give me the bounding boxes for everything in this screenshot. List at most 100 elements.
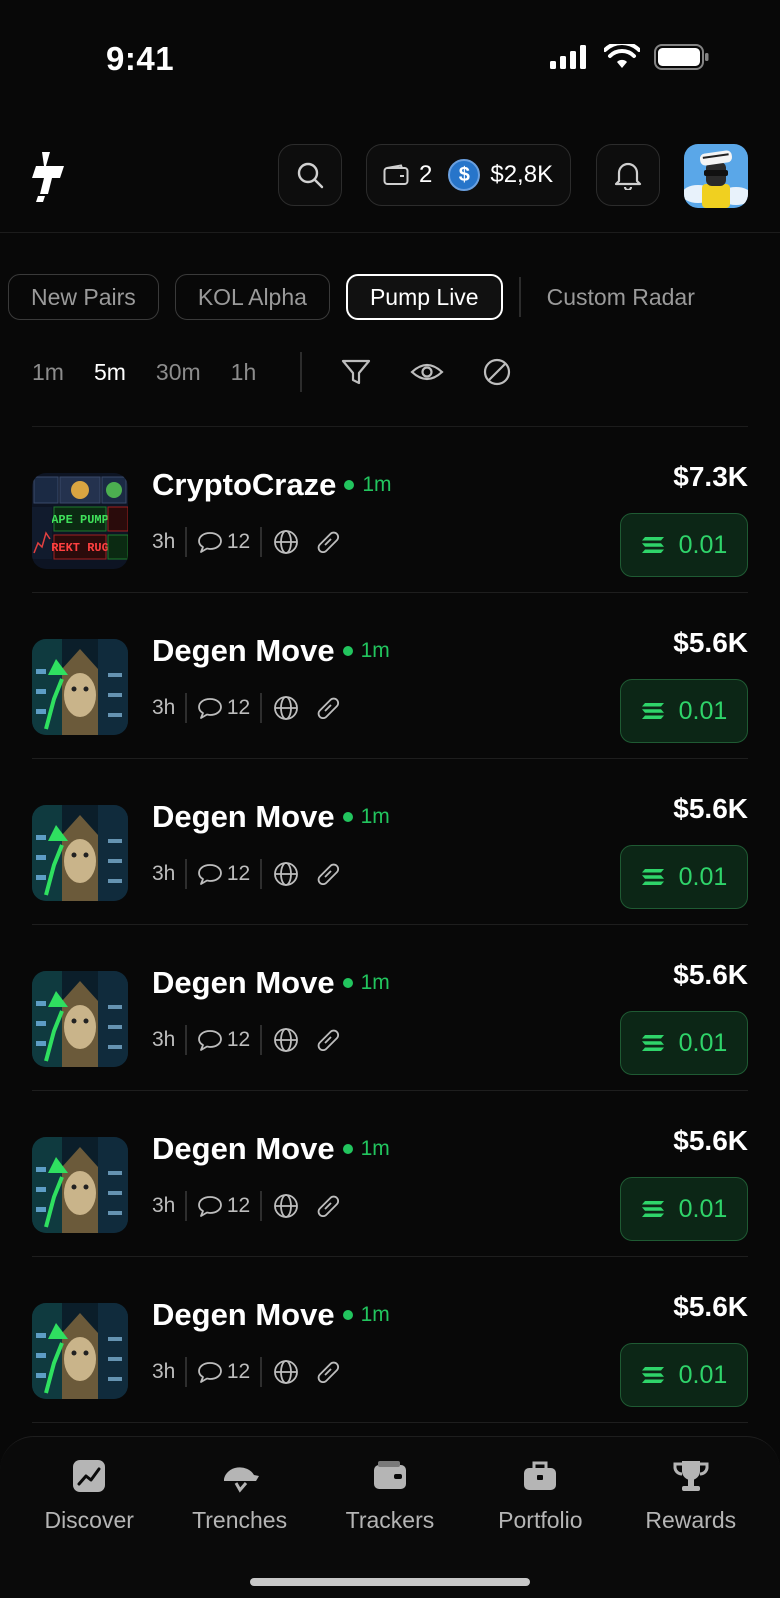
meta-divider (185, 859, 187, 889)
status-bar: 9:41 (0, 0, 780, 120)
comments-link[interactable]: 12 (197, 1028, 250, 1052)
live-dot (342, 978, 353, 988)
link-icon[interactable] (314, 528, 342, 556)
token-meta: 3h 12 (152, 859, 342, 889)
tab-kol-alpha[interactable]: KOL Alpha (174, 274, 330, 320)
avatar-image (684, 144, 748, 208)
market-cap: $7.3K (673, 461, 748, 492)
comments-link[interactable]: 12 (197, 696, 250, 720)
live-dot (342, 1144, 353, 1154)
token-meta: 3h 12 (152, 1191, 342, 1221)
comments-link[interactable]: 12 (197, 1194, 250, 1218)
token-row[interactable]: Degen Move 1m 3h 12 $5.6K 0.01 (32, 925, 748, 1091)
link-icon[interactable] (314, 860, 342, 888)
timeframe-30m[interactable]: 30m (156, 359, 201, 386)
globe-icon[interactable] (272, 694, 300, 722)
nav-rewards[interactable]: Rewards (621, 1459, 761, 1534)
quick-buy-button[interactable]: 0.01 (620, 1011, 748, 1075)
bell-icon (614, 162, 642, 190)
token-row[interactable]: Degen Move 1m 3h 12 $5.6K 0.01 (32, 593, 748, 759)
comment-count: 12 (226, 1360, 251, 1383)
notifications-button[interactable] (596, 144, 660, 206)
timeframe-1h[interactable]: 1h (231, 359, 257, 386)
meta-divider (260, 1191, 262, 1221)
search-button[interactable] (278, 144, 342, 206)
token-thumbnail (32, 1137, 128, 1233)
home-indicator[interactable] (250, 1578, 530, 1586)
globe-icon[interactable] (272, 860, 300, 888)
wifi-icon (604, 44, 640, 68)
tab-new-pairs[interactable]: New Pairs (8, 274, 159, 320)
token-age: 1m (360, 971, 390, 994)
cryptocraze-thumb: APE PUMP REKT RUG (32, 473, 128, 569)
filter-button[interactable] (340, 357, 372, 387)
link-icon[interactable] (314, 694, 342, 722)
link-icon[interactable] (314, 1026, 342, 1054)
tab-custom-radar[interactable]: Custom Radar (537, 274, 705, 320)
nav-label: Trackers (345, 1507, 435, 1533)
watch-button[interactable] (410, 360, 444, 384)
quick-buy-button[interactable]: 0.01 (620, 513, 748, 577)
token-name: Degen Move (152, 1297, 335, 1332)
comments-link[interactable]: 12 (197, 1360, 250, 1384)
app-logo[interactable] (30, 150, 66, 209)
globe-icon[interactable] (272, 1192, 300, 1220)
tab-pump-live[interactable]: Pump Live (345, 274, 503, 320)
token-row[interactable]: Degen Move 1m 3h 12 $5.6K 0.01 (32, 1257, 748, 1423)
nav-trenches[interactable]: Trenches (170, 1459, 310, 1534)
comments-link[interactable]: 12 (197, 862, 250, 886)
cellular-signal-icon (550, 45, 586, 69)
quick-buy-button[interactable]: 0.01 (620, 1343, 748, 1407)
nav-portfolio[interactable]: Portfolio (470, 1459, 610, 1534)
live-dot (342, 646, 353, 656)
svg-text:REKT RUG: REKT RUG (51, 541, 109, 555)
comment-count: 12 (226, 862, 251, 885)
timeframe-1m[interactable]: 1m (32, 359, 64, 386)
eye-icon (410, 363, 444, 381)
token-thumbnail (32, 639, 128, 735)
globe-icon[interactable] (272, 528, 300, 556)
solana-icon (641, 703, 664, 719)
comment-icon (197, 864, 222, 885)
comment-count: 12 (226, 1194, 251, 1217)
token-row[interactable]: APE PUMP REKT RUG CryptoCraze 1m 3h 12 $… (32, 427, 748, 593)
meta-divider (185, 527, 187, 557)
globe-icon[interactable] (272, 1026, 300, 1054)
comment-icon (197, 532, 222, 553)
token-age: 1m (362, 473, 392, 496)
token-name-line: Degen Move 1m (152, 965, 390, 1001)
wallet-count: 2 (419, 161, 433, 188)
link-icon[interactable] (314, 1192, 342, 1220)
live-dot (342, 812, 353, 822)
timeframe-5m[interactable]: 5m (94, 359, 126, 386)
live-dot (344, 480, 355, 490)
block-icon (484, 358, 511, 386)
status-icons (550, 44, 710, 70)
block-button[interactable] (482, 357, 512, 387)
degen-cat-thumb (32, 639, 128, 735)
comments-link[interactable]: 12 (197, 530, 250, 554)
filter-divider (300, 352, 303, 392)
degen-cat-thumb (32, 1303, 128, 1399)
nav-discover[interactable]: Discover (19, 1459, 159, 1534)
nav-trackers[interactable]: Trackers (320, 1459, 460, 1534)
token-row[interactable]: Degen Move 1m 3h 12 $5.6K 0.01 (32, 1091, 748, 1257)
meta-divider (260, 859, 262, 889)
token-name: Degen Move (152, 799, 335, 834)
live-dot (342, 1310, 353, 1320)
bottom-nav: Discover Trenches Trackers Portfolio Rew… (0, 1436, 780, 1598)
globe-icon[interactable] (272, 1358, 300, 1386)
wallet-balance-button[interactable]: 2 $ $2,8K (366, 144, 571, 206)
token-name: Degen Move (152, 633, 335, 668)
buy-amount: 0.01 (678, 530, 728, 559)
link-icon[interactable] (314, 1358, 342, 1386)
quick-buy-button[interactable]: 0.01 (620, 679, 748, 743)
battery-icon (654, 44, 709, 70)
user-avatar[interactable] (684, 144, 748, 208)
token-row[interactable]: Degen Move 1m 3h 12 $5.6K 0.01 (32, 759, 748, 925)
quick-buy-button[interactable]: 0.01 (620, 1177, 748, 1241)
token-name-line: CryptoCraze 1m (152, 467, 392, 503)
quick-buy-button[interactable]: 0.01 (620, 845, 748, 909)
buy-amount: 0.01 (678, 1028, 728, 1057)
comment-count: 12 (226, 1028, 251, 1051)
